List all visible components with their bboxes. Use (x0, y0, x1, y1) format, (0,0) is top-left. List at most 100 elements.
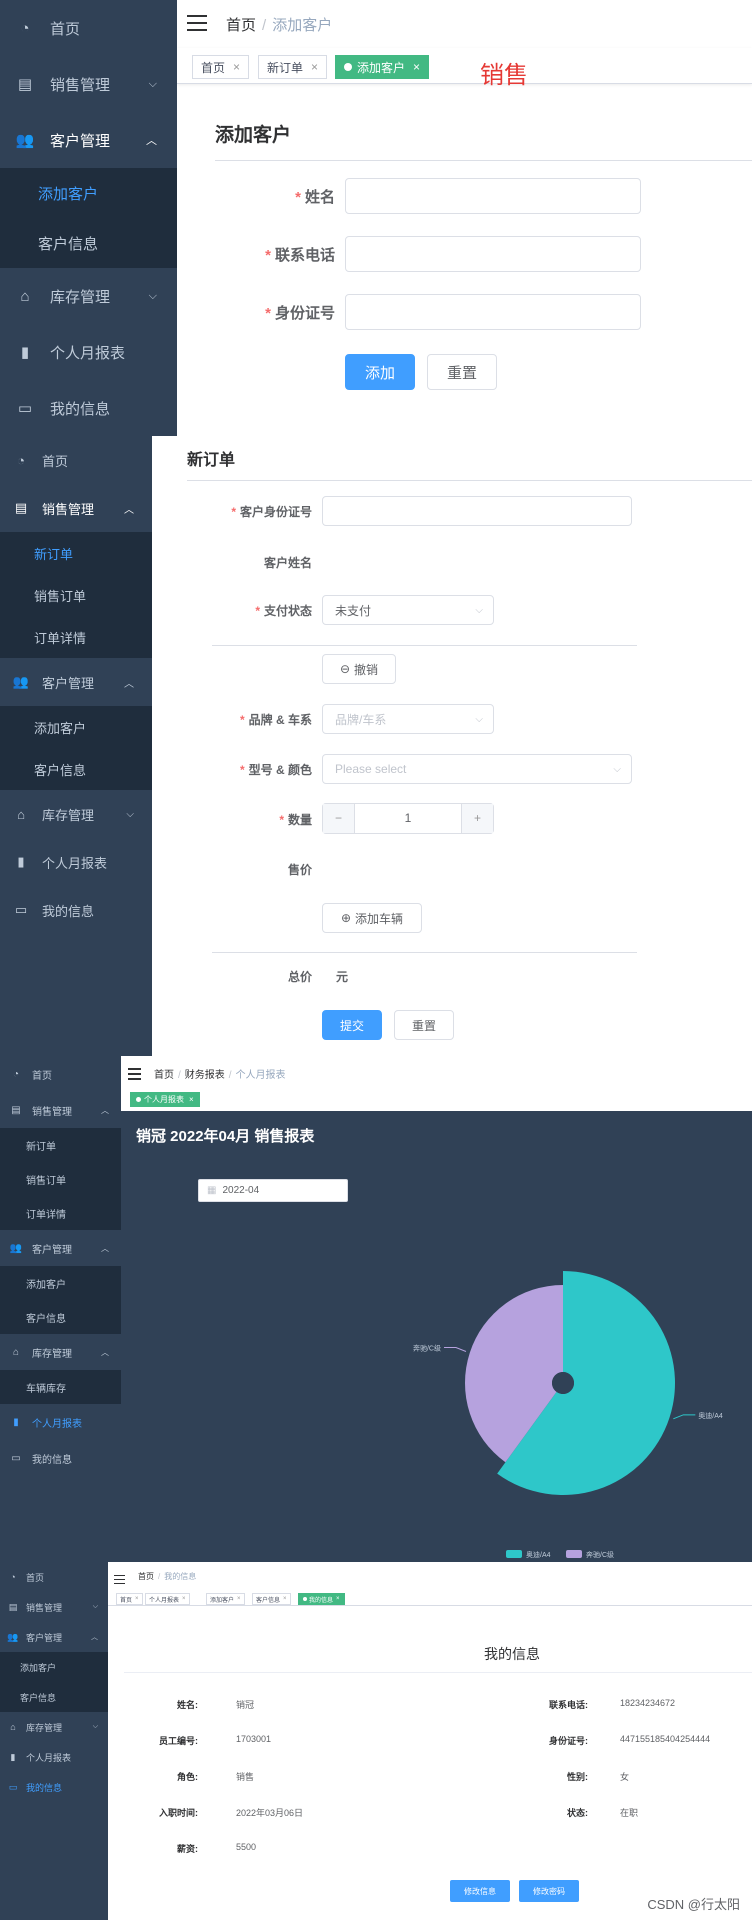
customer-id-input[interactable] (322, 496, 632, 526)
sidebar-item-inventory[interactable]: ⌂ 库存管理 ⌵ (0, 1712, 108, 1742)
sidebar-item-new-order[interactable]: 新订单 (0, 532, 152, 574)
header-bar (121, 1056, 752, 1111)
sidebar-item-customer[interactable]: 👥 客户管理 ︿ (0, 658, 152, 706)
legend-label[interactable]: 奔驰/C级 (586, 1550, 614, 1559)
pie-leader-line (443, 1346, 467, 1352)
sidebar-panel1: ◔ 首页 ▤ 销售管理 ⌵ 👥 客户管理 ︿ 添加客户 客户信息 ⌂ 库存管理 … (0, 0, 177, 436)
close-icon[interactable]: × (182, 1596, 186, 1602)
legend-swatch[interactable] (566, 1550, 582, 1558)
sidebar-item-my-info[interactable]: ▭ 我的信息 (0, 380, 177, 436)
tag-report[interactable]: 个人月报表 × (145, 1593, 190, 1605)
document-icon: ▤ (14, 500, 28, 515)
main-panel3: 首页 / 财务报表 / 个人月报表 个人月报表 × 销冠 2022年04月 销售报表 ▦ 2… (121, 1056, 752, 1562)
chevron-down-icon: ⌵ (613, 763, 621, 775)
tag-home[interactable]: 首页 × (116, 1593, 143, 1605)
edit-info-button[interactable]: 修改信息 (450, 1880, 510, 1902)
tag-my-info[interactable]: 我的信息 × (298, 1593, 345, 1605)
sidebar-item-monthly-report[interactable]: ▮ 个人月报表 (0, 838, 152, 886)
sidebar-item-sales[interactable]: ▤ 销售管理 ︿ (0, 1092, 121, 1128)
sidebar-item-add-customer[interactable]: 添加客户 (0, 168, 177, 218)
chevron-up-icon: ︿ (124, 678, 134, 690)
sidebar-item-my-info[interactable]: ▭ 我的信息 (0, 1440, 121, 1476)
id-number-value: 447155185404254444 (620, 1734, 711, 1744)
tag-add-customer[interactable]: 添加客户 × (335, 55, 430, 79)
watermark: CSDN @行太阳 (647, 1897, 740, 1912)
reset-button[interactable]: 重置 (427, 354, 497, 390)
pie-label: 奥迪/A4 (698, 1411, 723, 1420)
sidebar-item-monthly-report[interactable]: ▮ 个人月报表 (0, 324, 177, 380)
hamburger-icon[interactable] (128, 1068, 141, 1080)
close-icon[interactable]: × (336, 1596, 340, 1602)
sidebar-item-add-customer[interactable]: 添加客户 (0, 1652, 108, 1682)
hamburger-icon[interactable] (187, 15, 207, 31)
sidebar-item-order-detail[interactable]: 订单详情 (0, 616, 152, 658)
sidebar-item-monthly-report[interactable]: ▮ 个人月报表 (0, 1742, 108, 1772)
sidebar-item-sales-order[interactable]: 销售订单 (0, 574, 152, 616)
reset-button[interactable]: 重置 (394, 1010, 454, 1040)
sidebar-item-inventory[interactable]: ⌂ 库存管理 ⌵ (0, 268, 177, 324)
sidebar-item-customer[interactable]: 👥 客户管理 ︿ (0, 112, 177, 168)
add-button[interactable]: 添加 (345, 354, 415, 390)
sidebar-item-monthly-report[interactable]: ▮ 个人月报表 (0, 1404, 121, 1440)
breadcrumb-home[interactable]: 首页 (154, 1070, 174, 1081)
sidebar-item-sales[interactable]: ▤ 销售管理 ⌵ (0, 56, 177, 112)
sidebar-item-customer-info[interactable]: 客户信息 (0, 218, 177, 268)
sidebar-item-sales[interactable]: ▤ 销售管理 ︿ (0, 484, 152, 532)
sidebar-item-sales[interactable]: ▤ 销售管理 ⌵ (0, 1592, 108, 1622)
close-icon[interactable]: × (189, 1095, 194, 1104)
sidebar-item-order-detail[interactable]: 订单详情 (0, 1196, 121, 1230)
sidebar-item-inventory[interactable]: ⌂ 库存管理 ︿ (0, 1334, 121, 1370)
sidebar-item-my-info[interactable]: ▭ 我的信息 (0, 1772, 108, 1802)
sidebar-item-sales-order[interactable]: 销售订单 (0, 1162, 121, 1196)
id-number-label: 身份证号: (549, 1736, 588, 1746)
pay-status-select[interactable]: 未支付 ⌵ (322, 595, 494, 625)
tag-new-order[interactable]: 新订单 × (258, 55, 328, 79)
sidebar-item-add-customer[interactable]: 添加客户 (0, 1266, 121, 1300)
sidebar-item-customer[interactable]: 👥 客户管理 ︿ (0, 1230, 121, 1266)
sidebar-item-inventory[interactable]: ⌂ 库存管理 ⌵ (0, 790, 152, 838)
close-icon[interactable]: × (237, 1596, 241, 1602)
tag-add-customer[interactable]: 添加客户 × (206, 1593, 245, 1605)
breadcrumb-current: 我的信息 (164, 1572, 197, 1581)
close-icon[interactable]: × (413, 60, 420, 74)
tag-report[interactable]: 个人月报表 × (130, 1092, 200, 1107)
sidebar-item-home[interactable]: ◔ 首页 (0, 436, 152, 484)
add-car-button[interactable]: ⊕ 添加车辆 (322, 903, 422, 933)
breadcrumb-home[interactable]: 首页 (226, 17, 256, 34)
sidebar-item-customer-info[interactable]: 客户信息 (0, 1682, 108, 1712)
minus-icon[interactable]: − (323, 804, 355, 833)
close-icon[interactable]: × (311, 60, 318, 74)
model-select[interactable]: Please select ⌵ (322, 754, 632, 784)
sidebar-item-home[interactable]: ◔ 首页 (0, 1056, 121, 1092)
breadcrumb-mid[interactable]: 财务报表 (185, 1070, 225, 1081)
id-card-icon: ▭ (17, 400, 33, 417)
close-icon[interactable]: × (135, 1596, 139, 1602)
sidebar-item-customer-info[interactable]: 客户信息 (0, 1300, 121, 1334)
sidebar-item-customer[interactable]: 👥 客户管理 ︿ (0, 1622, 108, 1652)
breadcrumb-home[interactable]: 首页 (138, 1572, 154, 1581)
breadcrumb-current: 个人月报表 (235, 1070, 286, 1081)
sidebar-item-add-customer[interactable]: 添加客户 (0, 706, 152, 748)
sidebar-item-customer-info[interactable]: 客户信息 (0, 748, 152, 790)
name-input[interactable] (345, 178, 641, 214)
close-icon[interactable]: × (283, 1596, 287, 1602)
tag-customer-info[interactable]: 客户信息 × (252, 1593, 291, 1605)
phone-input[interactable] (345, 236, 641, 272)
sidebar-item-new-order[interactable]: 新订单 (0, 1128, 121, 1162)
sidebar-item-my-info[interactable]: ▭ 我的信息 (0, 886, 152, 934)
change-password-button[interactable]: 修改密码 (519, 1880, 579, 1902)
cancel-button[interactable]: ⊖ 撤销 (322, 654, 396, 684)
legend-label[interactable]: 奥迪/A4 (526, 1550, 551, 1559)
sidebar-item-home[interactable]: ◔ 首页 (0, 0, 177, 56)
sidebar-item-car-stock[interactable]: 车辆库存 (0, 1370, 121, 1404)
legend-swatch[interactable] (506, 1550, 522, 1558)
brand-select[interactable]: 品牌/车系 ⌵ (322, 704, 494, 734)
quantity-stepper[interactable]: − 1 + (322, 803, 494, 834)
close-icon[interactable]: × (233, 60, 240, 74)
tag-home[interactable]: 首页 × (192, 55, 250, 79)
submit-button[interactable]: 提交 (322, 1010, 382, 1040)
id-input[interactable] (345, 294, 641, 330)
plus-icon[interactable]: + (461, 804, 493, 833)
sidebar-item-home[interactable]: ◔ 首页 (0, 1562, 108, 1592)
hamburger-icon[interactable] (114, 1575, 125, 1584)
